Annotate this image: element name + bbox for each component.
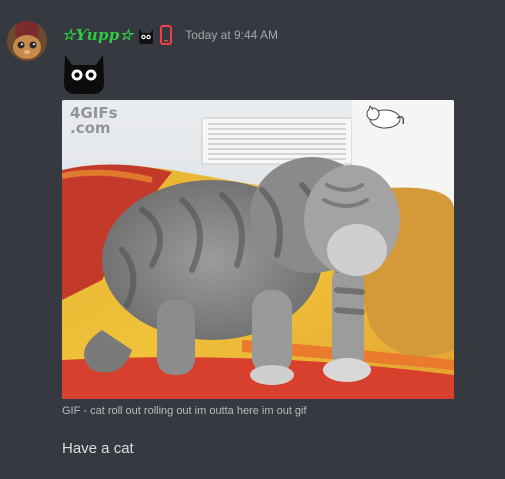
avatar[interactable] <box>7 21 47 61</box>
gif-watermark: 4GIFs .com <box>70 104 118 137</box>
message-header: ☆Ƴupp☆ Today at 9:44 AM <box>62 23 278 47</box>
black-cat-emoji[interactable] <box>62 49 106 95</box>
black-cat-icon <box>137 25 155 45</box>
timestamp[interactable]: Today at 9:44 AM <box>185 28 278 42</box>
chat-message: ☆Ƴupp☆ Today at 9:44 AM 4GIFs .com GIF -… <box>0 0 505 479</box>
gif-embed[interactable]: 4GIFs .com <box>62 100 454 399</box>
username[interactable]: ☆Ƴupp☆ <box>62 26 133 44</box>
gif-caption: GIF - cat roll out rolling out im outta … <box>62 405 307 417</box>
message-text: Have a cat <box>62 440 134 457</box>
mobile-phone-icon <box>159 25 177 45</box>
